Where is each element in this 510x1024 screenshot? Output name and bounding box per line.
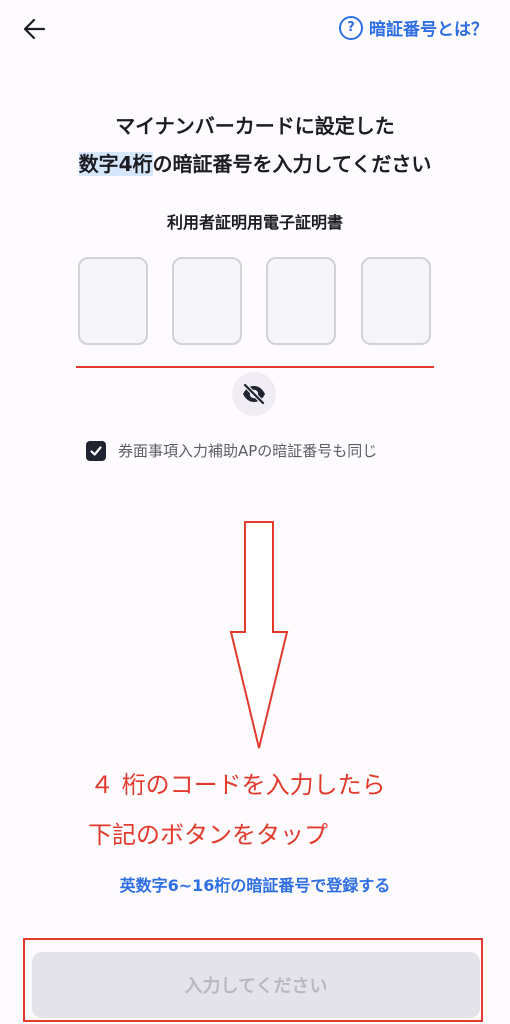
eye-off-icon xyxy=(242,383,266,405)
check-icon xyxy=(90,445,102,456)
annotation-arrow-icon xyxy=(229,521,289,749)
title-line-1: マイナンバーカードに設定した xyxy=(115,114,395,138)
pin-digit-1[interactable] xyxy=(78,257,148,345)
pin-digit-4[interactable] xyxy=(361,257,431,345)
help-link-label: 暗証番号とは？ xyxy=(369,20,488,40)
page-title: マイナンバーカードに設定した 数字4桁の暗証番号を入力してください xyxy=(0,107,510,183)
title-line-2-rest: の暗証番号を入力してください xyxy=(152,152,432,176)
title-line-2: 数字4桁の暗証番号を入力してください xyxy=(0,145,510,183)
pin-digit-2[interactable] xyxy=(172,257,242,345)
certificate-label: 利用者証明用電子証明書 xyxy=(166,213,343,232)
question-circle-icon: ? xyxy=(339,15,363,40)
arrow-left-icon xyxy=(23,18,46,40)
visibility-toggle[interactable] xyxy=(232,372,276,416)
annotation-line-1: ４ 桁のコードを入力したら xyxy=(90,771,386,799)
same-pin-checkbox-row[interactable]: 券面事項入力補助APの暗証番号も同じ xyxy=(86,440,377,461)
same-pin-checkbox-label: 券面事項入力補助APの暗証番号も同じ xyxy=(118,442,378,460)
back-button[interactable] xyxy=(18,14,52,44)
help-link[interactable]: ? 暗証番号とは？ xyxy=(339,15,488,40)
alphanumeric-pin-link[interactable]: 英数字6~16桁の暗証番号で登録する xyxy=(0,872,510,896)
same-pin-checkbox[interactable] xyxy=(86,440,106,461)
annotation-line-2: 下記のボタンをタップ xyxy=(88,821,328,849)
submit-button[interactable]: 入力してください xyxy=(32,952,480,1018)
title-highlight: 数字4桁 xyxy=(78,152,153,176)
pin-underline xyxy=(76,366,434,368)
pin-digit-3[interactable] xyxy=(266,257,336,345)
